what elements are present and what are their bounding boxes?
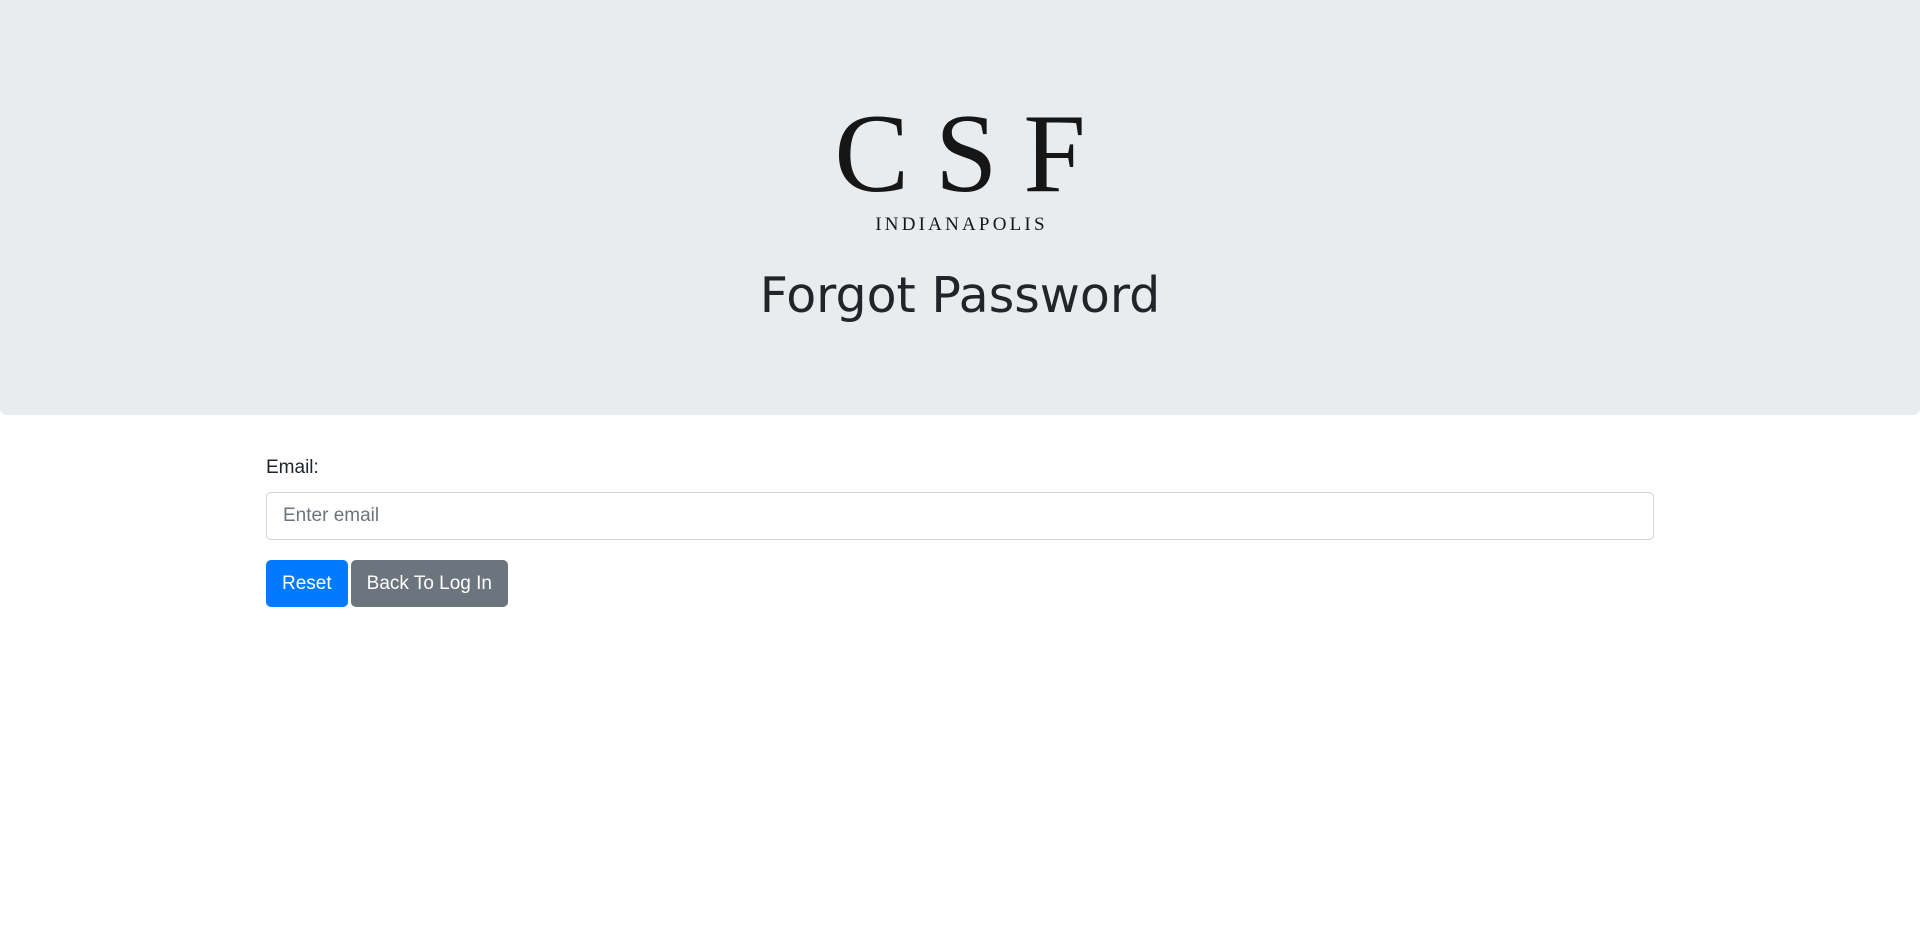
logo-subtitle: INDIANAPOLIS — [875, 214, 1048, 235]
email-input[interactable] — [266, 492, 1654, 540]
page-title: Forgot Password — [759, 267, 1161, 324]
logo-mark: CSF — [834, 92, 1112, 216]
email-label: Email: — [266, 457, 319, 478]
form-actions: Reset Back To Log In — [266, 560, 508, 607]
back-to-login-button[interactable]: Back To Log In — [350, 560, 508, 607]
csf-logo: CSF INDIANAPOLIS — [0, 98, 1920, 236]
forgot-password-form: Email: ResetBack To Log In — [266, 456, 1654, 607]
reset-button[interactable]: Reset — [266, 560, 348, 607]
header-banner: CSF INDIANAPOLIS Forgot Password — [0, 0, 1920, 415]
